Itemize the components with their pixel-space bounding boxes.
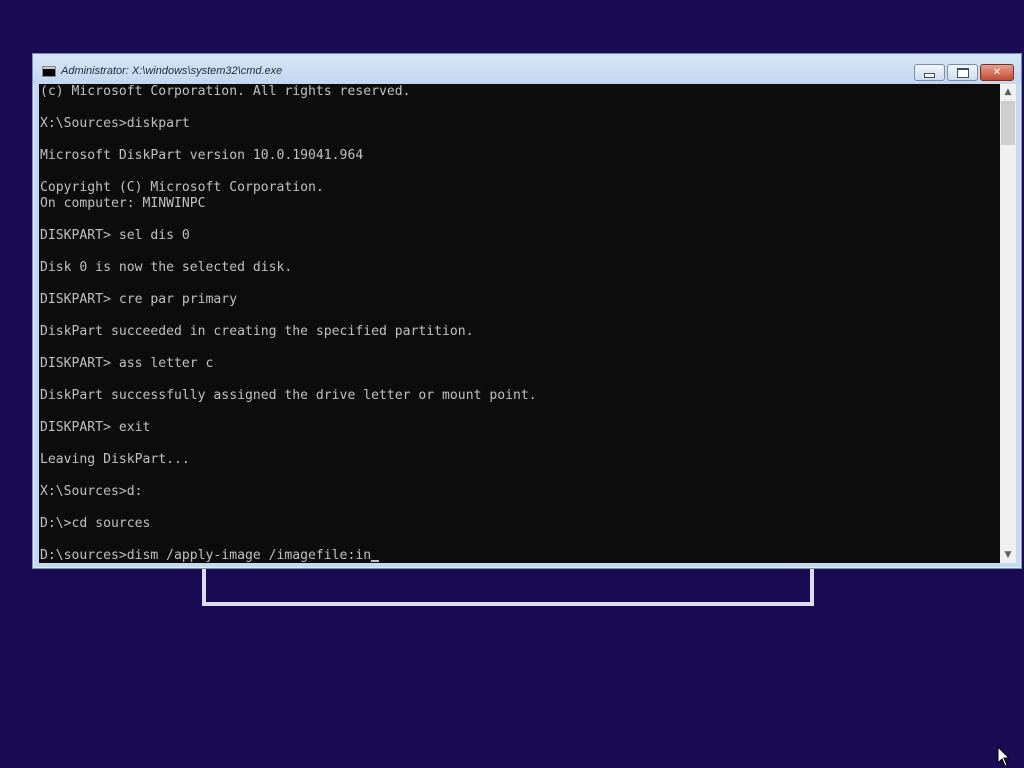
close-icon: ✕	[992, 67, 1002, 78]
console-line-text: DISKPART> ass letter c	[40, 356, 214, 371]
console-line: Copyright (C) Microsoft Corporation.	[40, 180, 1000, 196]
maximize-button[interactable]	[947, 64, 978, 81]
console-line-text: DiskPart successfully assigned the drive…	[40, 388, 537, 403]
console-line-text: Microsoft DiskPart version 10.0.19041.96…	[40, 148, 364, 163]
console-line-text: (c) Microsoft Corporation. All rights re…	[40, 84, 411, 99]
console-line: D:\sources>dism /apply-image /imagefile:…	[40, 548, 1000, 563]
console-line: D:\>cd sources	[40, 516, 1000, 532]
close-button[interactable]: ✕	[980, 64, 1014, 81]
console-line: Leaving DiskPart...	[40, 452, 1000, 468]
console-line-text: D:\>cd sources	[40, 516, 151, 531]
console-line-text: DISKPART> cre par primary	[40, 292, 238, 307]
console-line: Disk 0 is now the selected disk.	[40, 260, 1000, 276]
scroll-thumb[interactable]	[1001, 101, 1015, 145]
console-line: X:\Sources>d:	[40, 484, 1000, 500]
console-line-text: Leaving DiskPart...	[40, 452, 190, 467]
mouse-pointer-icon	[997, 746, 1011, 767]
window-title: Administrator: X:\windows\system32\cmd.e…	[61, 65, 283, 77]
console-line-text: On computer: MINWINPC	[40, 196, 206, 211]
console-lines: (c) Microsoft Corporation. All rights re…	[39, 84, 1000, 563]
console-line: DISKPART> ass letter c	[40, 356, 1000, 372]
maximize-icon	[956, 67, 969, 78]
console-line: DISKPART> exit	[40, 420, 1000, 436]
scroll-down-arrow-icon[interactable]: ▼	[1000, 547, 1016, 563]
console-line-text: Copyright (C) Microsoft Corporation.	[40, 180, 324, 195]
cmd-app-icon[interactable]	[42, 66, 56, 77]
console-line: On computer: MINWINPC	[40, 196, 1000, 212]
console-line: X:\Sources>diskpart	[40, 116, 1000, 132]
scroll-up-arrow-icon[interactable]: ▲	[1000, 84, 1016, 100]
console-line-text: DISKPART> exit	[40, 420, 151, 435]
console-line: Microsoft DiskPart version 10.0.19041.96…	[40, 148, 1000, 164]
console-line: DiskPart succeeded in creating the speci…	[40, 324, 1000, 340]
text-cursor	[371, 560, 380, 562]
console-line-text: X:\Sources>diskpart	[40, 116, 190, 131]
console-line: DiskPart successfully assigned the drive…	[40, 388, 1000, 404]
console-line-text: DISKPART> sel dis 0	[40, 228, 190, 243]
console-line-text: Disk 0 is now the selected disk.	[40, 260, 293, 275]
console-line-text: D:\sources>dism /apply-image /imagefile:…	[40, 548, 372, 563]
titlebar[interactable]: Administrator: X:\windows\system32\cmd.e…	[33, 54, 1021, 84]
console-line-text: DiskPart succeeded in creating the speci…	[40, 324, 474, 339]
vertical-scrollbar[interactable]: ▲ ▼	[1000, 84, 1016, 563]
console-output[interactable]: (c) Microsoft Corporation. All rights re…	[39, 84, 1000, 563]
console-line: DISKPART> cre par primary	[40, 292, 1000, 308]
console-line: DISKPART> sel dis 0	[40, 228, 1000, 244]
console-line: (c) Microsoft Corporation. All rights re…	[40, 84, 1000, 100]
minimize-icon	[924, 73, 935, 78]
minimize-button[interactable]	[914, 64, 945, 81]
cmd-window: Administrator: X:\windows\system32\cmd.e…	[32, 53, 1022, 569]
console-line-text: X:\Sources>d:	[40, 484, 143, 499]
